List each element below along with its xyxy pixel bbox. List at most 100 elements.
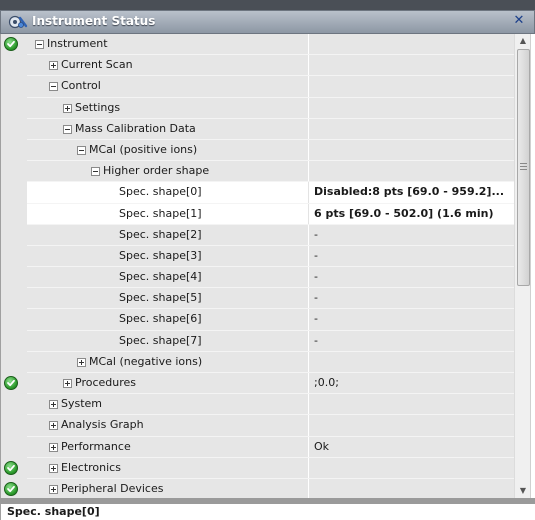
expand-plus-icon[interactable]	[49, 463, 58, 473]
tree-row-label: Current Scan	[61, 58, 133, 72]
tree-row[interactable]: Spec. shape[3] -	[1, 245, 514, 268]
scroll-up-arrow-icon[interactable]: ▲	[515, 34, 531, 48]
tree-row[interactable]: MCal (negative ions)	[1, 351, 514, 373]
tree-row-label: Electronics	[61, 460, 121, 474]
check-circle-icon	[4, 481, 18, 496]
tree-row-value: -	[314, 333, 318, 347]
tree-row[interactable]: Instrument	[1, 34, 514, 56]
status-column-cell	[1, 139, 27, 162]
tree-row-label: Settings	[75, 100, 121, 114]
expand-plus-icon[interactable]	[49, 400, 58, 410]
check-circle-icon	[4, 376, 18, 390]
scroll-down-arrow-icon[interactable]: ▼	[515, 484, 531, 498]
tree-row[interactable]: Spec. shape[0] Disabled:8 pts [69.0 - 959…	[1, 182, 514, 204]
expand-plus-icon[interactable]	[63, 103, 72, 113]
vertical-scrollbar[interactable]: ▲ ▼	[514, 34, 530, 498]
selected-item-label: Spec. shape[0]	[7, 505, 100, 518]
status-column-cell	[1, 182, 27, 204]
status-column-cell	[1, 457, 27, 479]
check-circle-icon	[4, 37, 18, 51]
status-column-cell	[1, 224, 27, 246]
status-column-cell	[1, 267, 27, 289]
tree-row-value: -	[314, 270, 318, 284]
column-divider	[308, 139, 309, 162]
tree-row-label: Performance	[61, 439, 131, 453]
column-divider	[308, 478, 309, 498]
column-divider	[308, 394, 309, 416]
collapse-minus-icon[interactable]	[91, 167, 100, 177]
tree-row-value: Disabled:8 pts [69.0 - 959.2]...	[314, 185, 504, 199]
tree-row-label: Spec. shape[6]	[119, 312, 202, 326]
column-divider	[308, 245, 309, 268]
tree-row-value: 6 pts [69.0 - 502.0] (1.6 min)	[314, 206, 494, 220]
check-circle-icon	[4, 460, 18, 475]
column-divider	[308, 161, 309, 183]
column-divider	[308, 309, 309, 331]
column-divider	[308, 118, 309, 140]
scrollbar-thumb[interactable]	[517, 49, 530, 286]
tree-row[interactable]: Procedures ;0.0;	[1, 373, 514, 395]
column-divider	[308, 267, 309, 289]
status-column-cell	[1, 351, 27, 373]
expand-plus-icon[interactable]	[49, 421, 58, 431]
instrument-gear-icon	[8, 14, 28, 30]
tree-row[interactable]: Electronics	[1, 457, 514, 479]
tree-row[interactable]: Spec. shape[4] -	[1, 267, 514, 289]
tree-row-label: Spec. shape[1]	[119, 206, 202, 220]
status-column-cell	[1, 415, 27, 437]
tree-row[interactable]: Control	[1, 76, 514, 98]
expand-plus-icon[interactable]	[49, 484, 58, 494]
window-title: Instrument Status	[32, 14, 156, 28]
tree-row[interactable]: Spec. shape[5] -	[1, 288, 514, 310]
tree-row[interactable]: MCal (positive ions)	[1, 139, 514, 162]
collapse-minus-icon[interactable]	[49, 82, 58, 92]
tree-row[interactable]: System	[1, 394, 514, 416]
status-tree: Instrument Current Scan Control Settings Mas…	[0, 34, 514, 498]
expand-plus-icon[interactable]	[49, 61, 58, 71]
column-divider	[308, 97, 309, 119]
collapse-minus-icon[interactable]	[77, 145, 86, 155]
status-column-cell	[1, 478, 27, 498]
tree-row[interactable]: Mass Calibration Data	[1, 118, 514, 140]
tree-row[interactable]: Higher order shape	[1, 161, 514, 183]
status-column-cell	[1, 161, 27, 183]
column-divider	[308, 457, 309, 479]
column-divider	[308, 76, 309, 98]
tree-row[interactable]: Performance Ok	[1, 436, 514, 458]
tree-row[interactable]: Current Scan	[1, 55, 514, 77]
expand-plus-icon[interactable]	[63, 379, 72, 388]
tree-row[interactable]: Spec. shape[2] -	[1, 224, 514, 246]
column-divider	[308, 373, 309, 395]
tree-row[interactable]: Peripheral Devices	[1, 478, 514, 498]
tree-row[interactable]: Analysis Graph	[1, 415, 514, 437]
tree-row-value: Ok	[314, 439, 330, 453]
status-column-cell	[1, 288, 27, 310]
panel-edge	[530, 34, 535, 498]
close-icon[interactable]: ✕	[513, 14, 525, 28]
tree-row-label: Spec. shape[7]	[119, 333, 202, 347]
column-divider	[308, 288, 309, 310]
tree-row[interactable]: Spec. shape[6] -	[1, 309, 514, 331]
tree-row[interactable]: Settings	[1, 97, 514, 119]
tree-row-value: -	[314, 312, 318, 326]
tree-row-label: Peripheral Devices	[61, 481, 164, 495]
tree-row-label: MCal (negative ions)	[89, 354, 203, 368]
tree-row-value: -	[314, 291, 318, 305]
column-divider	[308, 330, 309, 352]
column-divider	[308, 203, 309, 225]
status-column-cell	[1, 330, 27, 352]
status-column-cell	[1, 309, 27, 331]
tree-row-label: Spec. shape[4]	[119, 270, 202, 284]
expand-plus-icon[interactable]	[49, 442, 58, 452]
column-divider	[308, 436, 309, 458]
tree-row[interactable]: Spec. shape[1] 6 pts [69.0 - 502.0] (1.6 …	[1, 203, 514, 225]
collapse-minus-icon[interactable]	[35, 40, 44, 49]
tree-row-label: Mass Calibration Data	[75, 121, 196, 135]
collapse-minus-icon[interactable]	[63, 124, 72, 134]
tree-row[interactable]: Spec. shape[7] -	[1, 330, 514, 352]
tree-row-value: ;0.0;	[314, 376, 339, 389]
expand-plus-icon[interactable]	[77, 357, 86, 367]
status-column-cell	[1, 34, 27, 56]
top-strip	[0, 0, 535, 10]
status-column-cell	[1, 436, 27, 458]
